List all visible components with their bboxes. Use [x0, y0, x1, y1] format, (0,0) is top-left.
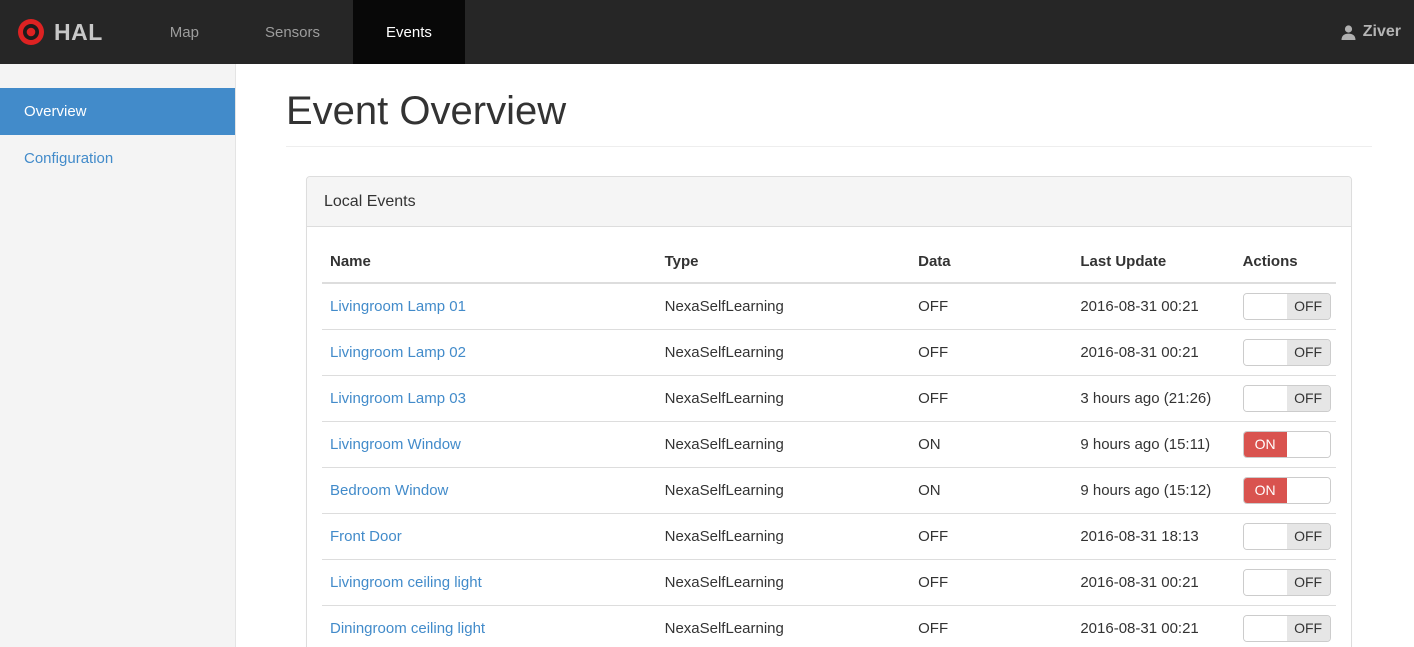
event-data-cell: OFF: [910, 283, 1073, 330]
user-icon: [1341, 24, 1356, 40]
event-data-cell: ON: [910, 421, 1073, 468]
panel-title: Local Events: [307, 177, 1351, 227]
toggle-off-label: OFF: [1286, 570, 1330, 595]
sidebar-item-overview[interactable]: Overview: [0, 88, 235, 135]
toggle-knob: [1243, 524, 1287, 549]
nav-item-sensors[interactable]: Sensors: [232, 0, 353, 64]
table-row: Livingroom ceiling light NexaSelfLearnin…: [322, 559, 1336, 606]
event-type-cell: NexaSelfLearning: [656, 329, 911, 376]
sidebar: Overview Configuration: [0, 64, 236, 647]
event-last-update-cell: 2016-08-31 00:21: [1072, 329, 1235, 376]
toggle-switch[interactable]: ON OFF: [1242, 293, 1331, 320]
local-events-panel: Local Events Name Type Data Last Update: [306, 176, 1352, 647]
event-last-update-cell: 2016-08-31 00:21: [1072, 559, 1235, 606]
event-type-cell: NexaSelfLearning: [656, 467, 911, 514]
events-table: Name Type Data Last Update Actions Livin…: [322, 242, 1336, 647]
user-menu[interactable]: Ziver: [1327, 0, 1414, 64]
event-data-cell: OFF: [910, 329, 1073, 376]
toggle-off-label: OFF: [1286, 386, 1330, 411]
page-title: Event Overview: [286, 89, 567, 133]
page-header: Event Overview: [286, 89, 1372, 147]
event-type-cell: NexaSelfLearning: [656, 375, 911, 422]
event-name-link[interactable]: Livingroom Lamp 02: [330, 344, 466, 361]
column-header-name: Name: [322, 242, 657, 284]
sidebar-item-configuration[interactable]: Configuration: [0, 135, 235, 182]
event-last-update-cell: 2016-08-31 00:21: [1072, 283, 1235, 330]
toggle-knob: [1243, 340, 1287, 365]
toggle-switch[interactable]: ON OFF: [1242, 523, 1331, 550]
panel-wrapper: Local Events Name Type Data Last Update: [286, 176, 1372, 647]
toggle-off-label: OFF: [1286, 294, 1330, 319]
event-type-cell: NexaSelfLearning: [656, 421, 911, 468]
event-last-update-cell: 3 hours ago (21:26): [1072, 375, 1235, 422]
toggle-switch[interactable]: ON OFF: [1242, 615, 1331, 642]
event-data-cell: OFF: [910, 375, 1073, 422]
table-row: Front Door NexaSelfLearning OFF 2016-08-…: [322, 513, 1336, 560]
toggle-knob: [1243, 386, 1287, 411]
hal-bullseye-logo-icon: [18, 19, 44, 45]
brand-label: HAL: [54, 18, 103, 45]
toggle-off-label: OFF: [1286, 524, 1330, 549]
event-type-cell: NexaSelfLearning: [656, 559, 911, 606]
toggle-knob: [1243, 570, 1287, 595]
event-data-cell: OFF: [910, 559, 1073, 606]
top-navbar: HAL Map Sensors Events Ziver: [0, 0, 1414, 64]
event-last-update-cell: 2016-08-31 18:13: [1072, 513, 1235, 560]
column-header-actions: Actions: [1234, 242, 1336, 284]
toggle-on-label: ON: [1243, 432, 1287, 457]
nav-item-map[interactable]: Map: [137, 0, 232, 64]
event-data-cell: OFF: [910, 513, 1073, 560]
events-table-head: Name Type Data Last Update Actions: [322, 242, 1336, 284]
table-row: Livingroom Lamp 03 NexaSelfLearning OFF …: [322, 375, 1336, 422]
table-row: Livingroom Lamp 02 NexaSelfLearning OFF …: [322, 329, 1336, 376]
toggle-knob: [1243, 294, 1287, 319]
brand[interactable]: HAL: [0, 0, 119, 64]
table-row: Bedroom Window NexaSelfLearning ON 9 hou…: [322, 467, 1336, 514]
main-nav: Map Sensors Events: [137, 0, 465, 64]
event-type-cell: NexaSelfLearning: [656, 513, 911, 560]
toggle-knob: [1286, 432, 1330, 457]
events-table-body: Livingroom Lamp 01 NexaSelfLearning OFF …: [322, 283, 1336, 647]
toggle-off-label: OFF: [1286, 340, 1330, 365]
toggle-knob: [1286, 478, 1330, 503]
table-row: Livingroom Window NexaSelfLearning ON 9 …: [322, 421, 1336, 468]
event-last-update-cell: 9 hours ago (15:11): [1072, 421, 1235, 468]
toggle-switch[interactable]: ON OFF: [1242, 477, 1331, 504]
event-name-link[interactable]: Bedroom Window: [330, 482, 448, 499]
event-name-link[interactable]: Livingroom Window: [330, 436, 461, 453]
event-data-cell: ON: [910, 467, 1073, 514]
table-row: Diningroom ceiling light NexaSelfLearnin…: [322, 605, 1336, 647]
toggle-on-label: ON: [1243, 478, 1287, 503]
user-name: Ziver: [1362, 23, 1401, 40]
panel-body: Name Type Data Last Update Actions Livin…: [307, 227, 1351, 647]
toggle-switch[interactable]: ON OFF: [1242, 569, 1331, 596]
page-layout: Overview Configuration Event Overview Lo…: [0, 64, 1414, 647]
nav-item-events[interactable]: Events: [353, 0, 465, 64]
event-name-link[interactable]: Livingroom ceiling light: [330, 574, 482, 591]
event-last-update-cell: 9 hours ago (15:12): [1072, 467, 1235, 514]
column-header-type: Type: [656, 242, 911, 284]
main-content: Event Overview Local Events Name Type Da…: [236, 64, 1414, 647]
toggle-switch[interactable]: ON OFF: [1242, 431, 1331, 458]
navbar-spacer: [465, 0, 1327, 64]
event-type-cell: NexaSelfLearning: [656, 283, 911, 330]
event-data-cell: OFF: [910, 605, 1073, 647]
event-type-cell: NexaSelfLearning: [656, 605, 911, 647]
column-header-last-update: Last Update: [1072, 242, 1235, 284]
event-name-link[interactable]: Livingroom Lamp 01: [330, 298, 466, 315]
toggle-knob: [1243, 616, 1287, 641]
toggle-switch[interactable]: ON OFF: [1242, 385, 1331, 412]
column-header-data: Data: [910, 242, 1073, 284]
event-name-link[interactable]: Livingroom Lamp 03: [330, 390, 466, 407]
event-name-link[interactable]: Front Door: [330, 528, 402, 545]
event-name-link[interactable]: Diningroom ceiling light: [330, 620, 485, 637]
toggle-switch[interactable]: ON OFF: [1242, 339, 1331, 366]
sidebar-nav: Overview Configuration: [0, 88, 235, 182]
table-row: Livingroom Lamp 01 NexaSelfLearning OFF …: [322, 283, 1336, 330]
toggle-off-label: OFF: [1286, 616, 1330, 641]
event-last-update-cell: 2016-08-31 00:21: [1072, 605, 1235, 647]
